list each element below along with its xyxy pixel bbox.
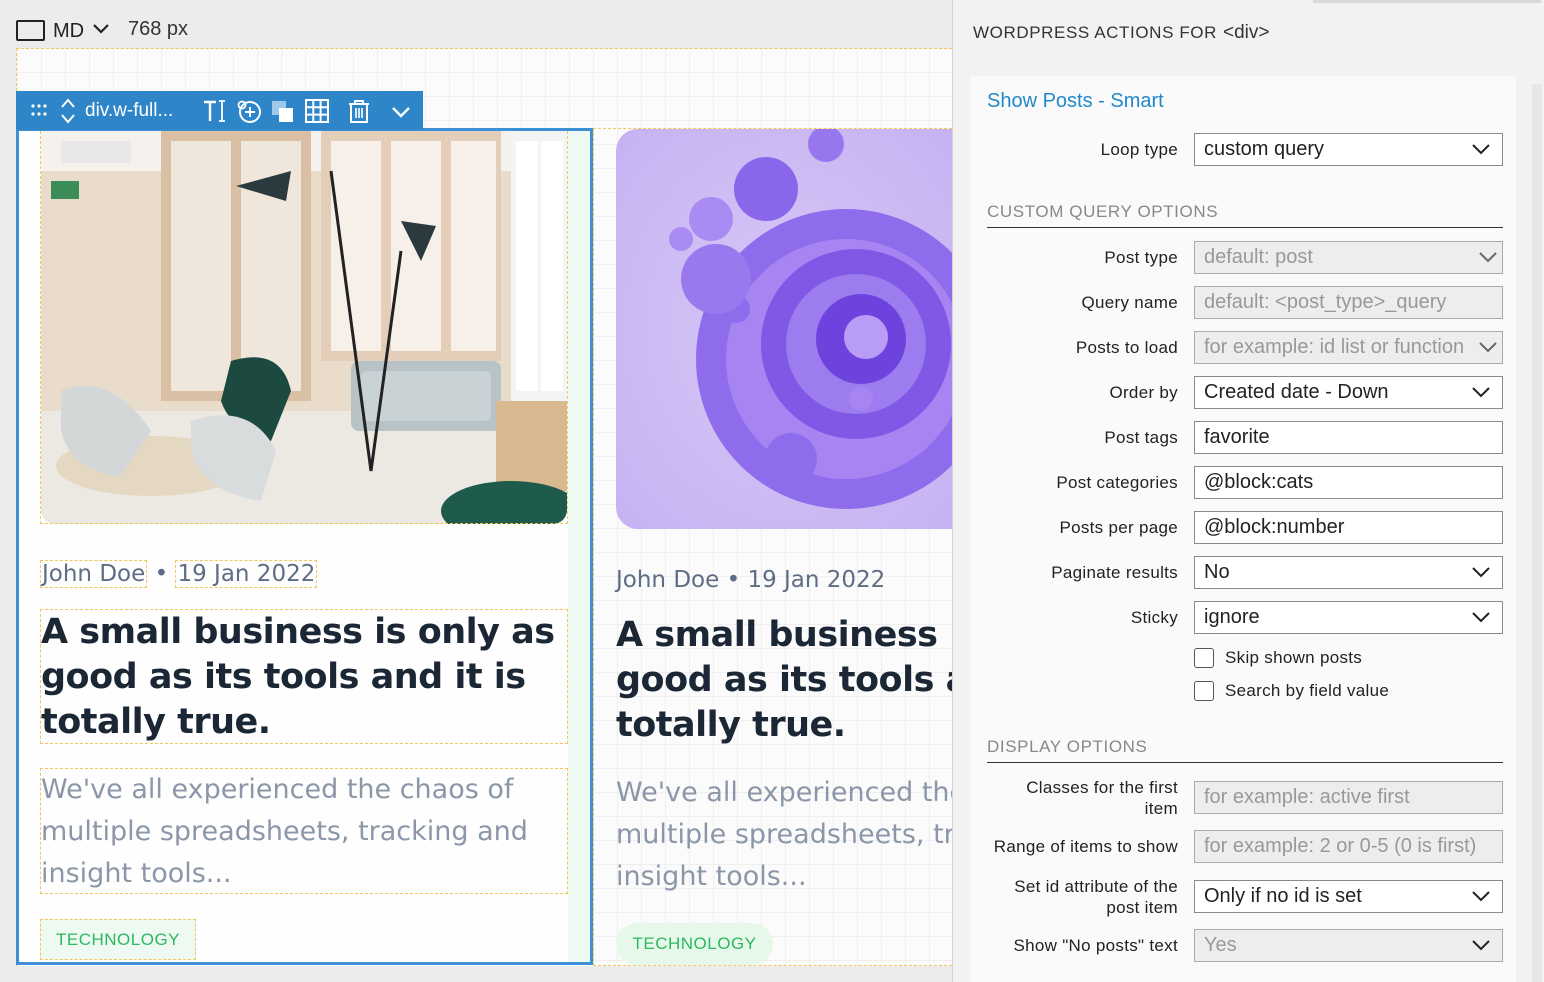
grid-icon[interactable] — [304, 98, 330, 124]
post-meta: John Doe • 19 Jan 2022 — [40, 560, 318, 588]
element-selector-name[interactable]: div.w-full... — [85, 100, 173, 122]
post-categories-label: Post categories — [1056, 473, 1178, 492]
device-toolbar: MD 768 px — [0, 0, 952, 48]
loop-type-label: Loop type — [1100, 140, 1178, 159]
post-title[interactable]: A small business is only as good as its … — [40, 609, 568, 744]
panel-heading: WORDPRESS ACTIONS FOR <div> — [973, 22, 1270, 44]
query-name-label: Query name — [1081, 293, 1178, 312]
query-name-input[interactable]: default: <post_type>_query — [1194, 286, 1503, 319]
order-by-label: Order by — [1109, 383, 1178, 402]
sticky-value: ignore — [1204, 606, 1260, 628]
title-line: good as its tools and it is — [616, 660, 952, 700]
post-category-tag[interactable]: TECHNOLOGY — [40, 919, 196, 960]
search-by-field-label[interactable]: Search by field value — [1225, 681, 1389, 701]
add-element-icon[interactable] — [236, 98, 262, 124]
more-options-chevron-icon[interactable] — [388, 98, 414, 124]
post-type-label: Post type — [1104, 248, 1178, 267]
meta-separator: • — [154, 561, 169, 587]
post-type-select[interactable]: default: post — [1194, 241, 1503, 274]
set-id-value: Only if no id is set — [1204, 885, 1362, 907]
move-up-down-icon[interactable] — [60, 97, 76, 125]
set-id-select[interactable]: Only if no id is set — [1194, 880, 1503, 913]
post-title[interactable]: A small business is only as good as its … — [616, 613, 952, 748]
section-outline — [16, 48, 952, 49]
chevron-down-icon[interactable] — [92, 22, 110, 36]
element-toolbar: div.w-full... — [16, 91, 423, 130]
no-posts-text-value: Yes — [1204, 934, 1237, 956]
set-id-label-line: Set id attribute of the — [1014, 877, 1178, 896]
search-by-field-checkbox[interactable] — [1194, 681, 1214, 701]
post-excerpt[interactable]: We've all experienced the chaos of multi… — [616, 772, 952, 898]
drag-handle-icon[interactable] — [30, 103, 48, 117]
excerpt-line: We've all experienced the chaos of — [616, 777, 952, 808]
chevron-down-icon — [1472, 891, 1490, 902]
panel-heading-text: WORDPRESS ACTIONS FOR — [973, 23, 1218, 42]
classes-first-label: Classes for the first item — [1026, 777, 1178, 819]
device-width-readout: 768 px — [128, 18, 189, 40]
loop-type-select[interactable]: custom query — [1194, 133, 1503, 166]
action-title-link[interactable]: Show Posts - Smart — [987, 90, 1164, 113]
loop-type-value: custom query — [1204, 138, 1325, 160]
order-by-select[interactable]: Created date - Down — [1194, 376, 1503, 409]
excerpt-line: multiple spreadsheets, tracking and — [616, 819, 952, 850]
classes-first-label-line: item — [1144, 799, 1178, 818]
chevron-down-icon — [1479, 340, 1497, 354]
chevron-down-icon — [1472, 144, 1490, 155]
device-size-label[interactable]: MD — [53, 20, 84, 43]
posts-per-page-input[interactable]: @block:number — [1194, 511, 1503, 544]
no-posts-text-select[interactable]: Yes — [1194, 929, 1503, 962]
trash-icon[interactable] — [346, 98, 372, 124]
section-title-display: DISPLAY OPTIONS — [987, 737, 1148, 756]
set-id-label-line: post item — [1106, 898, 1178, 917]
excerpt-line: insight tools... — [616, 861, 807, 892]
post-date[interactable]: 19 Jan 2022 — [175, 560, 318, 588]
set-id-label: Set id attribute of the post item — [1014, 876, 1178, 918]
panel-tag-name: <div> — [1223, 22, 1270, 43]
skip-shown-posts-label[interactable]: Skip shown posts — [1225, 648, 1362, 668]
section-title-custom-query: CUSTOM QUERY OPTIONS — [987, 202, 1219, 221]
panel-scrollbar[interactable] — [1532, 84, 1542, 982]
sticky-label: Sticky — [1130, 608, 1178, 627]
post-tags-label: Post tags — [1104, 428, 1178, 447]
post-type-placeholder: default: post — [1204, 246, 1313, 268]
chevron-down-icon — [1472, 567, 1490, 578]
chevron-down-icon — [1472, 387, 1490, 398]
panel-tab-indicator — [1313, 0, 1541, 3]
post-meta: John Doe • 19 Jan 2022 — [616, 567, 886, 593]
range-items-input[interactable]: for example: 2 or 0-5 (0 is first) — [1194, 830, 1503, 863]
divider — [987, 762, 1503, 763]
paginate-results-value: No — [1204, 561, 1230, 583]
posts-per-page-label: Posts per page — [1059, 518, 1178, 537]
skip-shown-posts-checkbox[interactable] — [1194, 648, 1214, 668]
chevron-down-icon — [1479, 252, 1497, 263]
post-author[interactable]: John Doe — [40, 560, 148, 588]
post-excerpt[interactable]: We've all experienced the chaos of multi… — [40, 768, 568, 894]
order-by-value: Created date - Down — [1204, 381, 1389, 403]
post-categories-input[interactable]: @block:cats — [1194, 466, 1503, 499]
classes-first-label-line: Classes for the first — [1026, 778, 1178, 797]
sticky-select[interactable]: ignore — [1194, 601, 1503, 634]
no-posts-text-label: Show "No posts" text — [1013, 936, 1178, 955]
chevron-down-icon — [1472, 940, 1490, 951]
layers-icon[interactable] — [270, 98, 296, 124]
divider — [987, 227, 1503, 228]
paginate-results-label: Paginate results — [1051, 563, 1178, 582]
title-line: A small business is only as — [616, 615, 952, 655]
title-line: totally true. — [616, 705, 846, 745]
posts-to-load-select[interactable]: for example: id list or function — [1194, 331, 1503, 364]
post-category-tag[interactable]: TECHNOLOGY — [616, 923, 773, 965]
text-edit-icon[interactable] — [202, 98, 228, 124]
posts-to-load-label: Posts to load — [1075, 338, 1178, 357]
device-frame-icon[interactable] — [16, 20, 45, 41]
canvas-footer — [16, 966, 952, 982]
range-items-label: Range of items to show — [993, 837, 1178, 856]
chevron-down-icon — [1472, 612, 1490, 623]
posts-to-load-placeholder: for example: id list or function — [1204, 336, 1465, 358]
image-outline — [40, 131, 568, 524]
card-padding-highlight — [568, 131, 590, 962]
classes-first-input[interactable]: for example: active first — [1194, 781, 1503, 814]
post-image-abstract[interactable] — [616, 129, 952, 529]
paginate-results-select[interactable]: No — [1194, 556, 1503, 589]
post-tags-input[interactable]: favorite — [1194, 421, 1503, 454]
